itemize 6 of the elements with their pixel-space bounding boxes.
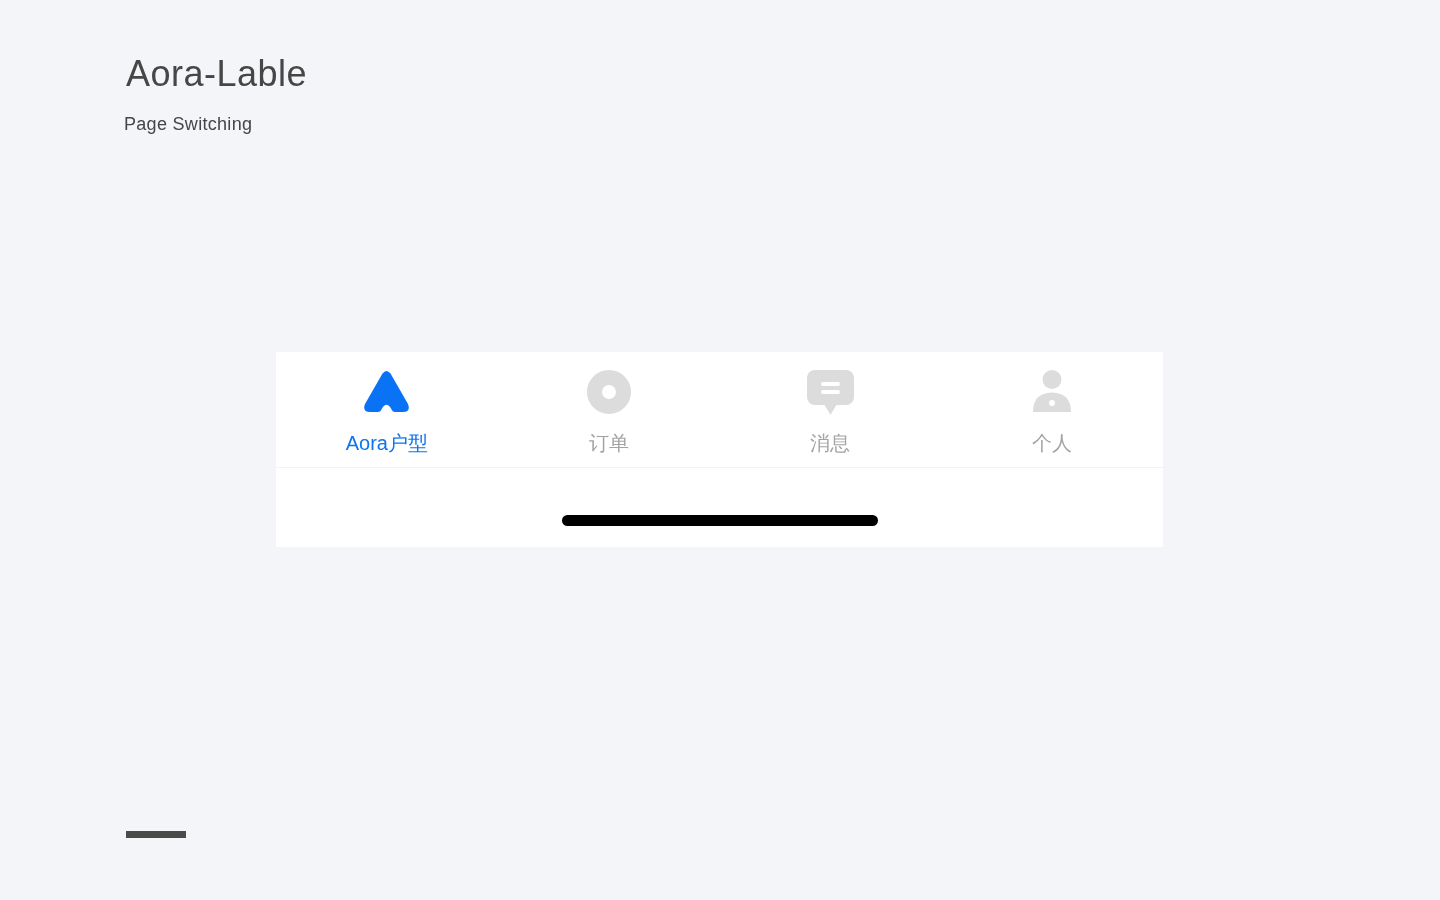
ring-icon [586,370,631,414]
page-subtitle: Page Switching [124,113,253,136]
chat-icon [806,370,854,415]
page-title: Aora-Lable [126,52,308,96]
person-icon [1033,370,1072,412]
logo-icon [363,370,411,412]
